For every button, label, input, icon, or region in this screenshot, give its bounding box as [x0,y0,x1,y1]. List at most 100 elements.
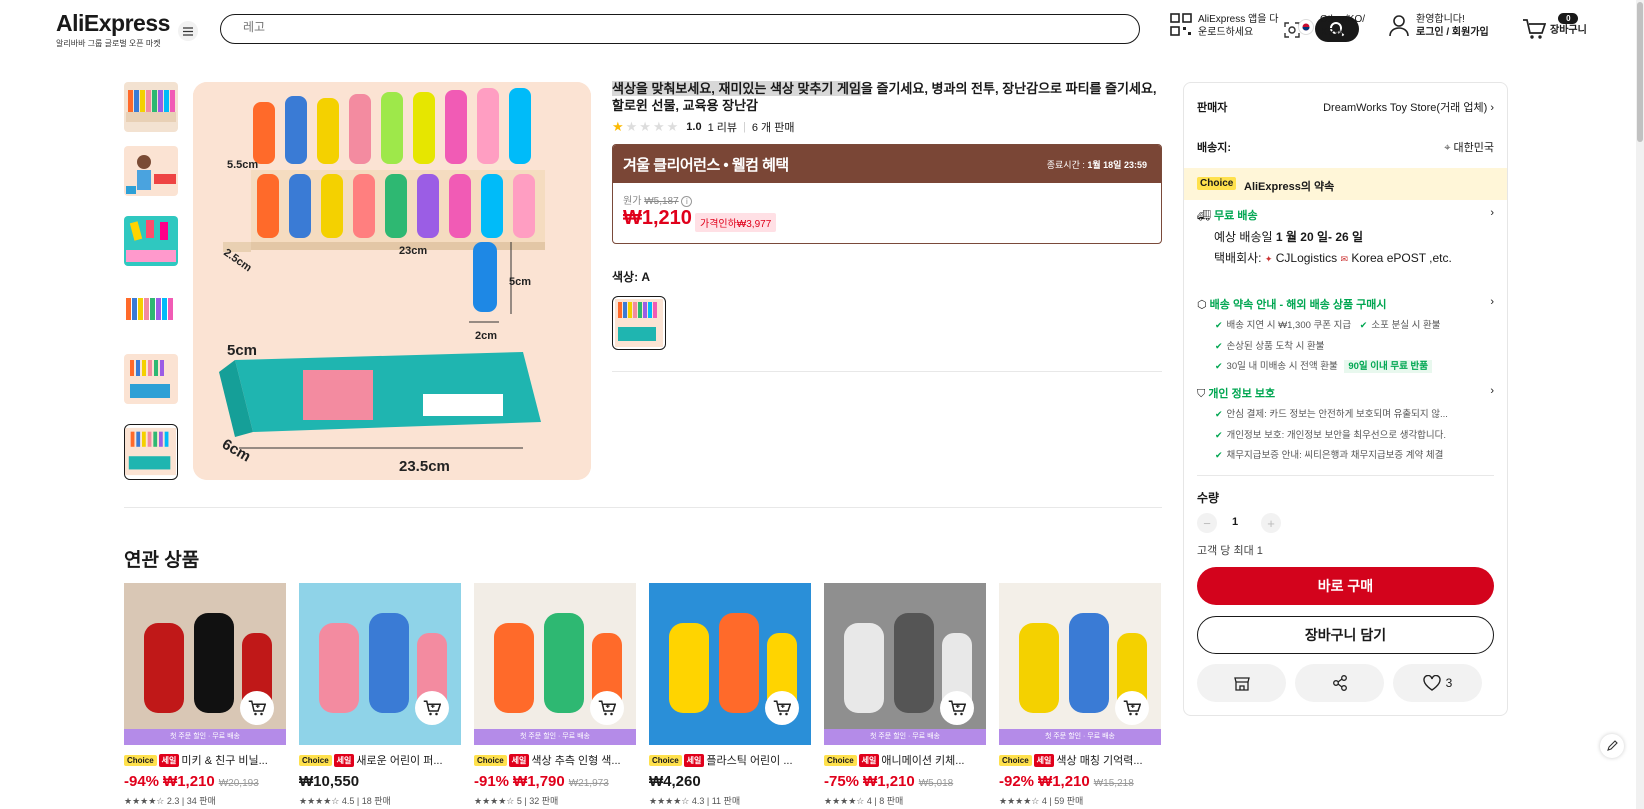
korea-flag-icon [1298,19,1314,35]
promo-banner: 겨울 클리어런스 • 웰컴 혜택 종료시간 : 1월 18일 23:59 원가 … [612,144,1162,244]
thumbnail-6-selected[interactable] [124,424,178,480]
carrier-label: 택배회사: [1214,251,1262,265]
truck-icon: 🚚︎ [1197,210,1211,222]
color-label: 색상: A [612,270,651,284]
promo-strip: 첫 주문 할인 · 무료 배송 [999,729,1161,745]
feedback-edit-button[interactable] [1600,734,1624,758]
related-product-card[interactable]: 첫 주문 할인 · 무료 배송 Choice 세일 색상 추측 인형 색... -91%… [474,583,636,807]
related-product-name[interactable]: 새로운 어린이 퍼... [356,752,442,768]
related-product-name[interactable]: 미키 & 친구 비닐... [181,752,267,768]
guarantee-title: 배송 약속 안내 - 해외 배송 상품 구매시 [1209,299,1387,311]
ship-to-label: 배송지: [1197,142,1232,154]
buy-now-button[interactable]: 바로 구매 [1197,567,1494,605]
related-rating: 4.3 | 11 판매 [691,796,741,806]
thumbnail-5[interactable] [124,354,178,404]
shield-icon: ⬡ [1197,299,1207,311]
related-product-image[interactable]: 첫 주문 할인 · 무료 배송 [999,583,1161,745]
color-option-a[interactable] [612,296,666,350]
privacy-row[interactable]: ⛉ 개인 정보 보호 › [1197,385,1494,401]
divider [1197,475,1494,476]
quantity-value[interactable]: 1 [1232,516,1238,528]
choice-promise-bar: Choice AliExpress의 약속 [1184,168,1507,200]
related-product-name[interactable]: 색상 매칭 기억력... [1056,752,1142,768]
related-product-image[interactable]: 첫 주문 할인 · 무료 배송 [474,583,636,745]
main-product-image[interactable]: 5.5cm 23cm 2.5cm 5cm 2cm 5cm 6cm 23.5cm [193,82,591,480]
related-orig-price: ₩21,973 [568,778,609,789]
purchase-panel: 판매자 DreamWorks Toy Store(거래 업체) › 배송지: ⌖… [1183,82,1508,716]
carrier-1: CJLogistics [1275,251,1338,265]
thumbnail-2[interactable] [124,146,178,196]
delivery-guarantee-row[interactable]: ⬡ 배송 약속 안내 - 해외 배송 상품 구매시 › [1197,296,1494,312]
qty-increase-button[interactable]: + [1261,513,1281,533]
star-rating-icon: ★★★★☆ [474,796,515,806]
add-to-cart-icon[interactable] [415,691,449,725]
img-label-bottle-h: 5cm [509,276,531,288]
menu-icon[interactable] [178,21,198,41]
star-rating-icon: ★★★★☆ [299,796,340,806]
guarantee-3: 손상된 상품 도착 시 환불 [1226,341,1325,352]
sale-chip: 세일 [508,753,530,767]
region-selector[interactable]: Other/KO/KRW ⌄ [1298,13,1365,39]
app-text-2: 운로드하세요 [1198,27,1254,38]
related-rating: 2.3 | 34 판매 [166,796,216,806]
scrollbar-thumb[interactable] [1637,2,1643,142]
scrollbar[interactable] [1636,0,1644,809]
add-to-cart-icon[interactable] [940,691,974,725]
sale-chip: 세일 [158,753,180,767]
star-rating-icon: ★★★★☆ [124,796,165,806]
product-title-highlight: 색상을 맞춰보세요, 재미있는 색상 맞추기 게임 [612,81,861,96]
header: AliExpress 알리바바 그룹 글로벌 오픈 마켓 AliExpress … [0,0,1644,62]
qr-code-icon [1170,13,1192,36]
thumbnail-1[interactable] [124,82,178,132]
return-badge: 90일 이내 무료 반품 [1344,360,1433,373]
carrier-2: Korea [1351,251,1384,265]
add-to-cart-icon[interactable] [765,691,799,725]
review-count[interactable]: 1 리뷰 [708,119,737,135]
related-product-image[interactable] [649,583,811,745]
guarantee-1: 배송 지연 시 ₩1,300 쿠폰 지급 [1226,320,1352,331]
thumbnail-3[interactable] [124,216,178,266]
seller-link[interactable]: DreamWorks Toy Store(거래 업체) › [1323,99,1494,115]
related-product-image[interactable] [299,583,461,745]
ship-to-selector[interactable]: ⌖ 대한민국 [1444,139,1494,155]
related-product-card[interactable]: 첫 주문 할인 · 무료 배송 Choice 세일 색상 매칭 기억력... -92% ₩… [999,583,1161,807]
related-rating: 5 | 32 판매 [516,796,559,806]
related-product-name[interactable]: 플라스틱 어린이 ... [706,752,792,768]
related-price: ₩1,790 [513,773,565,790]
related-product-card[interactable]: Choice 세일 플라스틱 어린이 ... ₩4,260 ★★★★☆ 4.3 | 11… [649,583,811,807]
related-orig-price: ₩5,018 [918,778,954,789]
choice-chip: Choice [649,754,682,766]
wishlist-button[interactable]: 3 [1393,664,1482,702]
related-product-card[interactable]: 첫 주문 할인 · 무료 배송 Choice 세일 미키 & 친구 비닐... -94%… [124,583,286,807]
search-input[interactable] [243,20,1043,34]
likes-count: 3 [1445,676,1453,690]
qty-decrease-button[interactable]: − [1197,513,1217,533]
related-discount: -94% [124,773,160,790]
store-button[interactable] [1197,664,1286,702]
free-shipping-row[interactable]: 🚚︎ 무료 배송 › [1197,207,1494,223]
related-product-card[interactable]: Choice 세일 새로운 어린이 퍼... ₩10,550 ★★★★☆ 4.5 | 1… [299,583,461,807]
thumbnail-4[interactable] [124,284,178,334]
add-to-cart-icon[interactable] [1115,691,1149,725]
rating-value: 1.0 [686,121,702,133]
share-button[interactable] [1295,664,1384,702]
cart-link[interactable]: 0 장바구니 [1522,13,1587,41]
related-product-image[interactable]: 첫 주문 할인 · 무료 배송 [124,583,286,745]
account-link[interactable]: 환영합니다! 로그인 / 회원가입 [1388,13,1489,39]
location-pin-icon: ⌖ [1444,142,1451,154]
download-app-link[interactable]: AliExpress 앱을 다 운로드하세요 [1170,13,1278,39]
promo-strip: 첫 주문 할인 · 무료 배송 [824,729,986,745]
chevron-right-icon: › [1490,102,1494,114]
star-rating-icon: ★★★★☆ [649,796,690,806]
related-orig-price: ₩15,218 [1093,778,1134,789]
related-product-card[interactable]: 첫 주문 할인 · 무료 배송 Choice 세일 애니메이션 키체... -75% ₩1… [824,583,986,807]
related-product-image[interactable]: 첫 주문 할인 · 무료 배송 [824,583,986,745]
add-to-cart-icon[interactable] [240,691,274,725]
aliexpress-logo[interactable]: AliExpress 알리바바 그룹 글로벌 오픈 마켓 [56,10,170,49]
logo-text: AliExpress [56,10,170,36]
add-to-cart-icon[interactable] [590,691,624,725]
add-to-cart-button[interactable]: 장바구니 담기 [1197,616,1494,654]
related-product-name[interactable]: 애니메이션 키체... [881,752,964,768]
related-product-name[interactable]: 색상 추측 인형 색... [531,752,620,768]
info-icon[interactable]: i [681,196,693,207]
